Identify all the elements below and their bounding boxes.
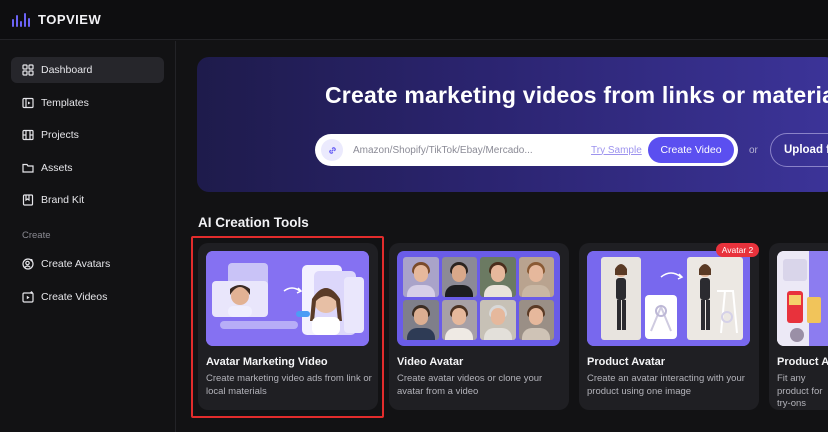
avatar-face [518,257,554,297]
or-label: or [749,145,758,156]
avatar-face [441,300,477,340]
card-title: Video Avatar [397,356,464,368]
sidebar-item-label: Projects [41,129,79,141]
sidebar-item-label: Create Videos [41,290,108,303]
brand-name: TOPVIEW [38,12,102,27]
avatar-add-icon [22,258,34,270]
sidebar-item-create-videos[interactable]: Create Videos [11,284,164,310]
sidebar-item-create-avatars[interactable]: Create Avatars [11,251,164,277]
sidebar-item-label: Assets [41,161,73,174]
top-bar: TOPVIEW [0,0,828,40]
selection-highlight [191,236,384,418]
avatar-face [403,257,439,297]
avatar2-badge: Avatar 2 [716,243,759,257]
card-description: Create avatar videos or clone your avata… [397,373,543,397]
section-title: AI Creation Tools [198,215,309,230]
logo-icon [12,12,30,27]
product-tryon-thumbnail [777,251,828,346]
url-input-box[interactable]: Amazon/Shopify/TikTok/Ebay/Mercado... Tr… [315,134,738,166]
sidebar-item-projects[interactable]: Projects [11,122,164,148]
hero-banner: Create marketing videos from links or ma… [197,57,828,192]
sidebar-item-dashboard[interactable]: Dashboard [11,57,164,83]
avatar-face [403,300,439,340]
grid-icon [22,64,34,76]
sidebar: Dashboard Templates Projects Assets Bran… [0,41,176,432]
sidebar-item-templates[interactable]: Templates [11,90,164,116]
sidebar-item-label: Brand Kit [41,194,85,206]
card-description: Create an avatar interacting with your p… [587,373,745,397]
link-icon [321,139,343,161]
tool-card-video-avatar[interactable]: Video Avatar Create avatar videos or clo… [389,243,569,410]
avatar-face [518,300,554,340]
card-description: Fit any product for try-ons [777,373,823,409]
sidebar-item-label: Dashboard [41,64,93,76]
template-icon [22,97,34,108]
hero-title: Create marketing videos from links or ma… [325,82,828,108]
avatar-face [480,257,516,297]
create-video-button[interactable]: Create Video [648,137,734,163]
avatar-face [480,300,516,340]
card-title: Product Avatar [777,356,828,368]
avatar-face [441,257,477,297]
projects-icon [22,129,34,141]
try-sample-link[interactable]: Try Sample [591,145,642,156]
url-input[interactable]: Amazon/Shopify/TikTok/Ebay/Mercado... [353,145,583,156]
sidebar-section-create: Create [22,230,51,241]
video-add-icon [22,290,34,303]
upload-files-button[interactable]: Upload files [770,133,828,167]
sidebar-item-label: Create Avatars [41,258,111,270]
video-avatar-thumbnail [397,251,560,346]
tool-card-product-avatar[interactable]: Product Avatar Create an avatar interact… [579,243,759,410]
bookmark-icon [22,194,34,206]
sidebar-item-label: Templates [41,96,89,109]
product-avatar-thumbnail [587,251,750,346]
folder-icon [22,163,34,173]
tool-card-product-avatar-tryon[interactable]: Product Avatar Fit any product for try-o… [769,243,828,410]
sidebar-item-assets[interactable]: Assets [11,155,164,181]
card-title: Product Avatar [587,356,666,368]
sidebar-item-brand-kit[interactable]: Brand Kit [11,187,164,213]
